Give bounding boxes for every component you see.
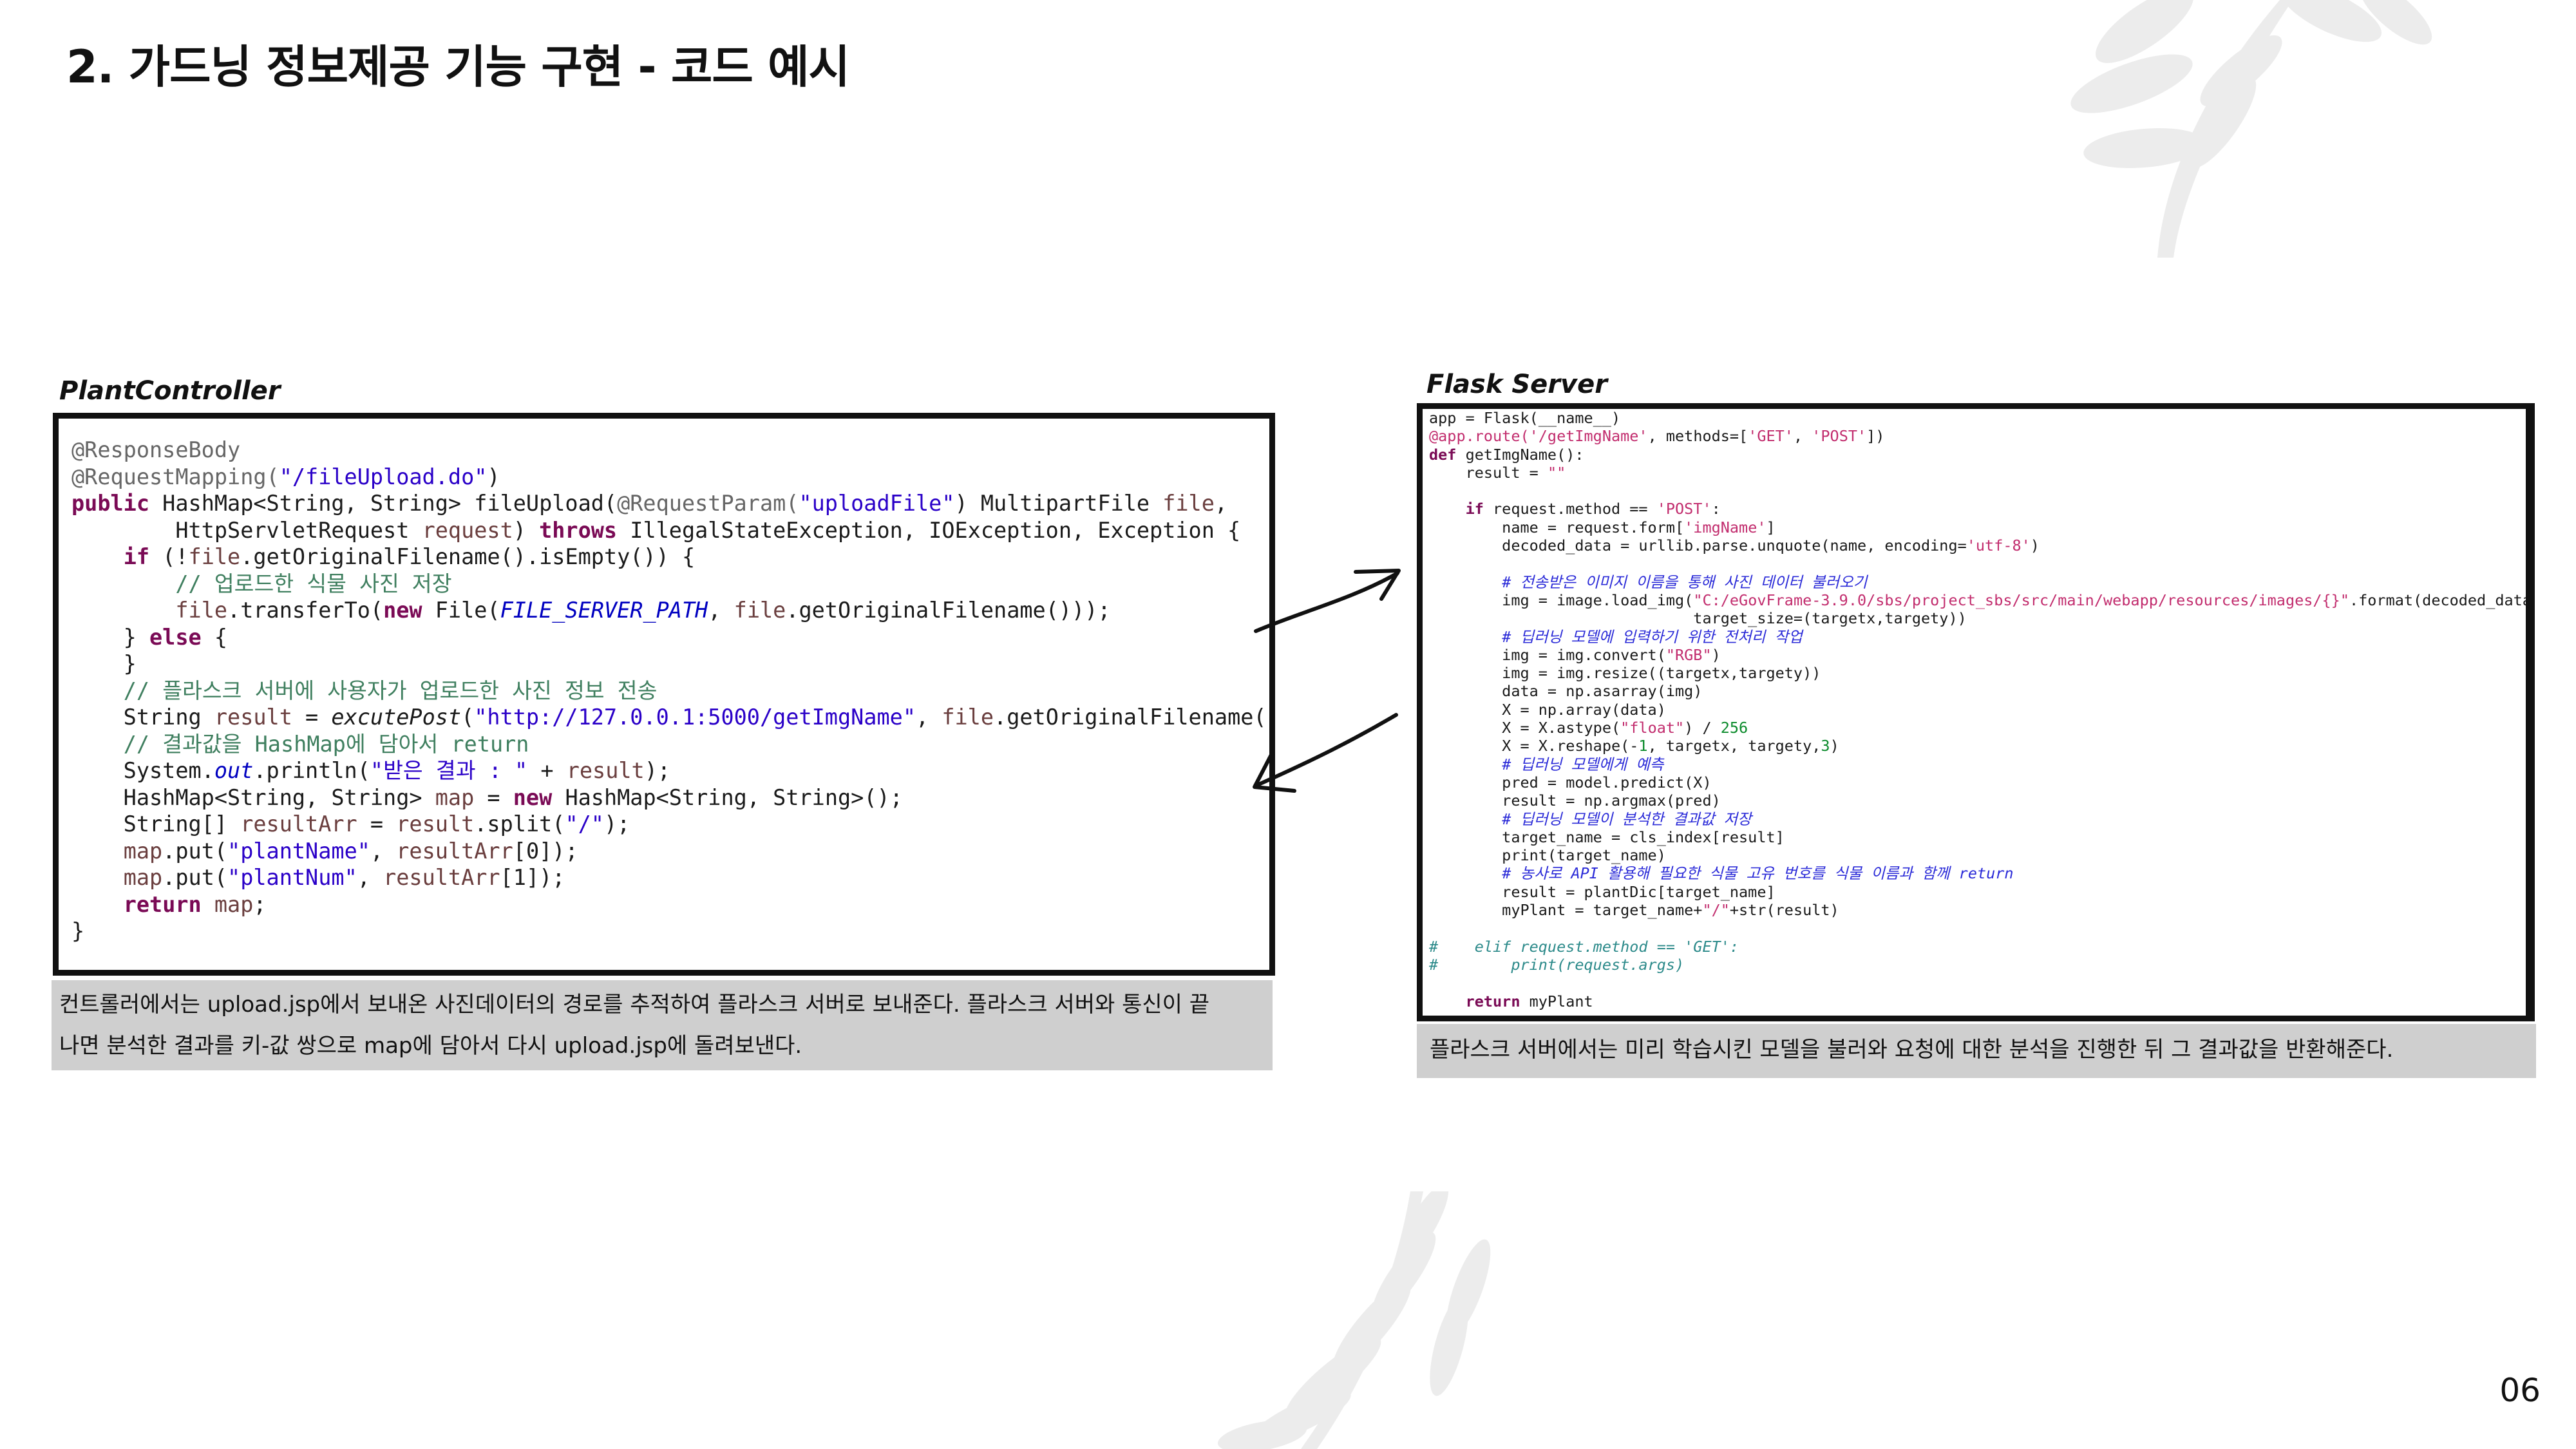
page-title: 2. 가드닝 정보제공 기능 구현 - 코드 예시 [66,41,850,93]
leaf-decoration-bottom-icon [1217,1191,1491,1449]
flask-server-description: 플라스크 서버에서는 미리 학습시킨 모델을 불러와 요청에 대한 분석을 진행… [1417,1024,2536,1078]
plant-controller-description: 컨트롤러에서는 upload.jsp에서 보내온 사진데이터의 경로를 추적하여… [52,980,1273,1070]
page-number: 06 [2499,1372,2541,1409]
description-line: 플라스크 서버에서는 미리 학습시킨 모델을 불러와 요청에 대한 분석을 진행… [1430,1037,2394,1063]
flask-server-label: Flask Server [1426,370,1607,399]
java-code: @ResponseBody @RequestMapping("/fileUplo… [71,437,1275,943]
request-response-arrows-icon [1253,569,1401,793]
plant-controller-label: PlantController [59,376,281,406]
leaf-decoration-top-right-icon [2070,0,2432,258]
plant-controller-code-box: @ResponseBody @RequestMapping("/fileUplo… [53,413,1275,976]
python-code: app = Flask(__name__) @app.route('/getIm… [1429,409,2535,1010]
description-line: 나면 분석한 결과를 키-값 쌍으로 map에 담아서 다시 upload.js… [59,1033,802,1059]
flask-server-code-box: app = Flask(__name__) @app.route('/getIm… [1417,403,2535,1021]
description-line: 컨트롤러에서는 upload.jsp에서 보내온 사진데이터의 경로를 추적하여… [59,992,1210,1018]
